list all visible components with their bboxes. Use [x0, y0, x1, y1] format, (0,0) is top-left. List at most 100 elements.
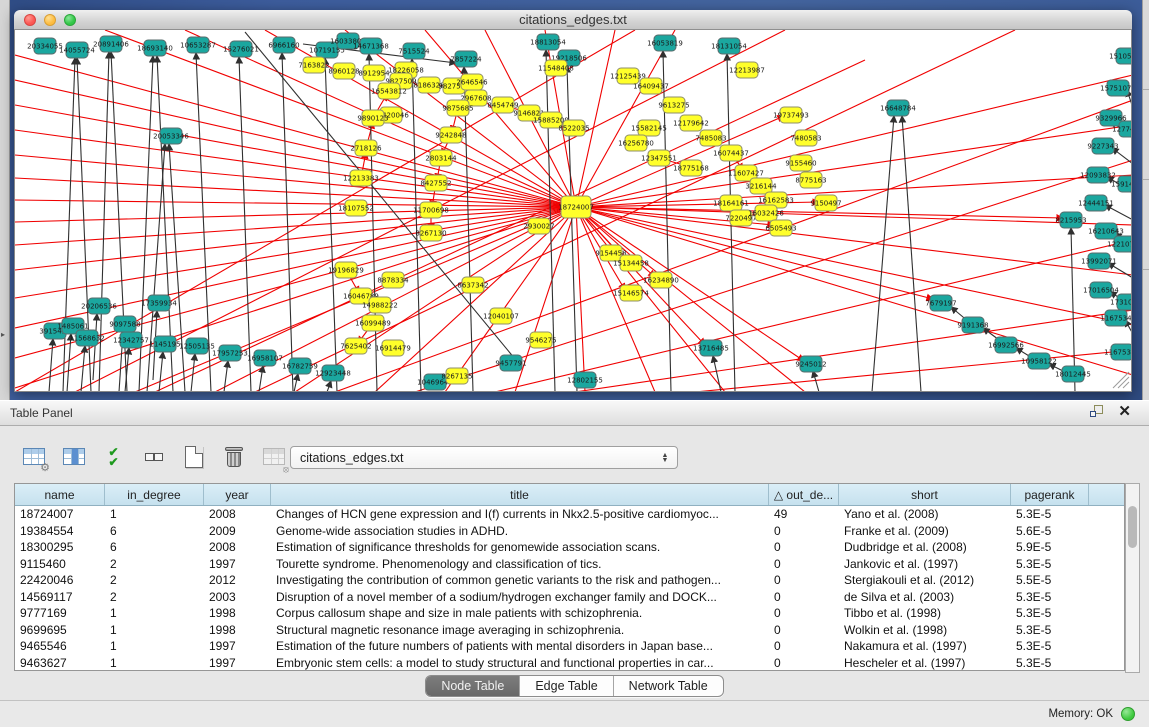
- graph-node[interactable]: 8427552: [420, 175, 451, 191]
- left-panel-edge[interactable]: ▸: [0, 0, 10, 400]
- graph-node[interactable]: 7857224: [450, 51, 482, 67]
- graph-node[interactable]: 9613275: [658, 97, 689, 113]
- tab-node-table[interactable]: Node Table: [426, 676, 520, 696]
- table-row[interactable]: 946554611997Estimation of the future num…: [15, 638, 1124, 655]
- graph-node[interactable]: 20891406: [93, 36, 129, 52]
- graph-hub-node[interactable]: 18724007: [558, 196, 594, 218]
- graph-node[interactable]: 7480583: [790, 130, 821, 146]
- graph-node[interactable]: 16648784: [880, 100, 916, 116]
- column-header-in-degree[interactable]: in_degree: [105, 484, 204, 505]
- table-row[interactable]: 1830029562008Estimation of significance …: [15, 539, 1124, 556]
- graph-node[interactable]: 15146574: [613, 285, 649, 301]
- graph-node[interactable]: 9457791: [495, 355, 526, 371]
- table-row[interactable]: 1872400712008Changes of HCN gene express…: [15, 506, 1124, 523]
- table-row[interactable]: 911546021997Tourette syndrome. Phenomeno…: [15, 556, 1124, 573]
- table-scrollbar-thumb[interactable]: [1128, 506, 1137, 548]
- graph-node[interactable]: 12802155: [567, 372, 603, 388]
- table-mode-icon[interactable]: ⚙: [20, 443, 47, 470]
- select-all-icon[interactable]: ✔✔: [100, 443, 127, 470]
- graph-node[interactable]: 9890123: [357, 110, 388, 126]
- graph-node[interactable]: 9875685: [442, 100, 473, 116]
- graph-node[interactable]: 9150497: [810, 195, 841, 211]
- graph-node[interactable]: 9097588: [109, 316, 140, 332]
- graph-node[interactable]: 16256780: [618, 135, 654, 151]
- close-window-icon[interactable]: [24, 14, 36, 26]
- graph-node[interactable]: 9242848: [435, 127, 466, 143]
- graph-node[interactable]: 8960128: [328, 63, 359, 79]
- graph-node[interactable]: 20206536: [81, 298, 117, 314]
- graph-node[interactable]: 9546275: [525, 332, 556, 348]
- graph-node[interactable]: 16958107: [247, 350, 283, 366]
- graph-node[interactable]: 8215953: [1055, 212, 1086, 228]
- column-header-short[interactable]: short: [839, 484, 1011, 505]
- graph-node[interactable]: 6505493: [765, 220, 796, 236]
- graph-node[interactable]: 12923448: [315, 365, 351, 381]
- graph-node[interactable]: 8775163: [795, 172, 826, 188]
- memory-status-icon[interactable]: [1121, 707, 1135, 721]
- close-panel-icon[interactable]: ✕: [1118, 405, 1131, 419]
- network-canvas[interactable]: 2033405514055724208914061869314010653287…: [14, 30, 1132, 392]
- panel-collapse-arrow-icon[interactable]: ▸: [1, 330, 5, 339]
- graph-node[interactable]: 16074437: [713, 145, 749, 161]
- column-header-year[interactable]: year: [204, 484, 271, 505]
- table-scrollbar[interactable]: [1125, 483, 1140, 673]
- table-row[interactable]: 977716911998Corpus callosum shape and si…: [15, 605, 1124, 622]
- graph-node[interactable]: 12444151: [1078, 195, 1114, 211]
- graph-node[interactable]: 12213987: [729, 62, 765, 78]
- graph-node[interactable]: 12342757: [113, 332, 149, 348]
- graph-node[interactable]: 17359934: [141, 295, 177, 311]
- column-header-out-de-[interactable]: △ out_de...: [769, 484, 839, 505]
- column-header-title[interactable]: title: [271, 484, 769, 505]
- graph-node[interactable]: 12179642: [673, 115, 709, 131]
- table-panel-header[interactable]: Table Panel ✕: [0, 400, 1149, 426]
- graph-node[interactable]: 18813054: [530, 34, 566, 50]
- graph-node[interactable]: 8267135: [441, 368, 472, 384]
- graph-node[interactable]: 12347551: [641, 150, 677, 166]
- graph-node[interactable]: 7485083: [695, 130, 726, 146]
- node-table[interactable]: namein_degreeyeartitle△ out_de...shortpa…: [14, 483, 1125, 671]
- graph-node[interactable]: 14055724: [59, 42, 95, 58]
- window-resize-grip[interactable]: [1118, 377, 1129, 388]
- graph-node[interactable]: 18012445: [1055, 366, 1091, 382]
- graph-node[interactable]: 16053819: [647, 35, 683, 51]
- graph-node[interactable]: 15751074: [1100, 80, 1132, 96]
- graph-node[interactable]: 2803144: [425, 150, 457, 166]
- delete-column-icon[interactable]: [220, 443, 247, 470]
- graph-node[interactable]: 7163822: [298, 57, 329, 73]
- row-height-icon[interactable]: [140, 443, 167, 470]
- table-row[interactable]: 969969511998Structural magnetic resonanc…: [15, 622, 1124, 639]
- graph-node[interactable]: 16782759: [282, 358, 318, 374]
- column-header-name[interactable]: name: [15, 484, 105, 505]
- graph-node[interactable]: 8267130: [415, 225, 446, 241]
- float-panel-icon[interactable]: [1090, 405, 1104, 419]
- graph-node[interactable]: 13716485: [693, 340, 729, 356]
- graph-node[interactable]: 15582145: [631, 120, 667, 136]
- create-column-icon[interactable]: [180, 443, 207, 470]
- minimize-window-icon[interactable]: [44, 14, 56, 26]
- graph-node[interactable]: 6966160: [268, 37, 299, 53]
- graph-node[interactable]: 10653287: [180, 37, 216, 53]
- graph-node[interactable]: 7679197: [925, 295, 956, 311]
- graph-node[interactable]: 16914479: [375, 340, 411, 356]
- graph-node[interactable]: 8637342: [457, 277, 488, 293]
- graph-node[interactable]: 12040107: [483, 308, 519, 324]
- zoom-window-icon[interactable]: [64, 14, 76, 26]
- graph-node[interactable]: 15105374: [1109, 48, 1132, 64]
- graph-node[interactable]: 1145195: [149, 336, 180, 352]
- graph-node[interactable]: 16992566: [988, 337, 1024, 353]
- graph-node[interactable]: 12213383: [343, 170, 379, 186]
- graph-node[interactable]: 9191368: [957, 317, 988, 333]
- graph-node[interactable]: 7625402: [340, 338, 371, 354]
- table-row[interactable]: 2242004622012Investigating the contribut…: [15, 572, 1124, 589]
- show-columns-icon[interactable]: [60, 443, 87, 470]
- graph-node[interactable]: 9227343: [1087, 138, 1118, 154]
- graph-node[interactable]: 8522035: [558, 120, 589, 136]
- table-row[interactable]: 1938455462009Genome-wide association stu…: [15, 523, 1124, 540]
- graph-node[interactable]: 20334055: [27, 38, 63, 54]
- table-row[interactable]: 946362711997Embryonic stem cells: a mode…: [15, 655, 1124, 672]
- tab-network-table[interactable]: Network Table: [614, 676, 723, 696]
- graph-node[interactable]: 10958122: [1021, 353, 1057, 369]
- graph-node[interactable]: 7515524: [398, 43, 430, 59]
- graph-node[interactable]: 11675334: [1104, 344, 1132, 360]
- graph-node[interactable]: 20053346: [153, 128, 189, 144]
